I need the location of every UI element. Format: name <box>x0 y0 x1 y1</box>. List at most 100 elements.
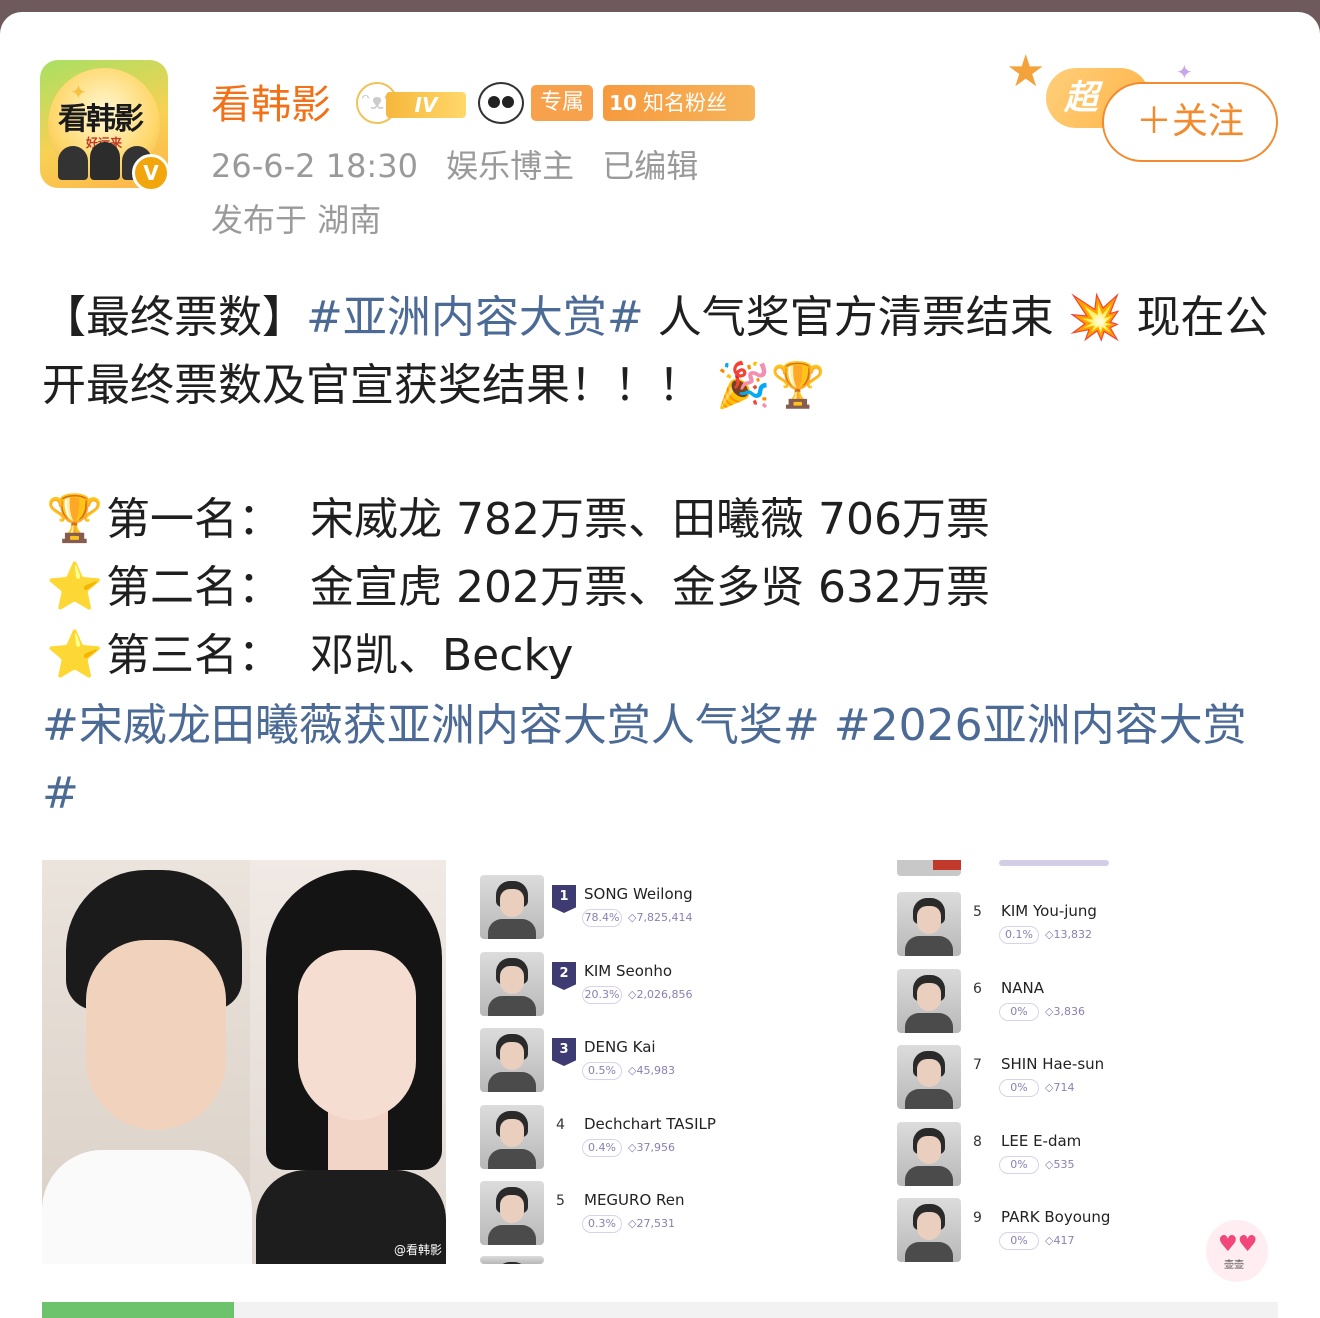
floating-button-label: 壶壶 <box>1224 1260 1244 1271</box>
exclusive-badge[interactable]: 专属 <box>531 85 593 121</box>
nominee-name: SONG Weilong <box>584 885 693 903</box>
vote-count: ◇2,026,856 <box>628 988 693 1001</box>
fan-level-number: 10 <box>609 91 637 115</box>
author-avatar[interactable]: 看韩影 好运来 ✦ V <box>36 42 174 192</box>
vote-bar <box>999 860 1109 866</box>
edited-label[interactable]: 已编辑 <box>602 147 698 185</box>
list-item: 2 KIM Seonho 20.3% ◇2,026,856 <box>478 952 874 1016</box>
vote-percent: 0% <box>999 1156 1039 1174</box>
avatar <box>480 1181 544 1245</box>
post-image-photo[interactable]: @看韩影 <box>42 860 446 1264</box>
panda-icon[interactable] <box>478 82 524 124</box>
rank-number: 8 <box>973 1134 982 1150</box>
post-image-ranking-right[interactable]: 5 KIM You-jung 0.1% ◇13,832 6 NANA 0% ◇3… <box>895 860 1291 1264</box>
next-post-image-preview[interactable] <box>42 1302 234 1318</box>
author-name[interactable]: 看韩影 <box>211 79 331 131</box>
vote-percent: 0% <box>999 1232 1039 1250</box>
list-item: 6 NANA 0% ◇3,836 <box>895 969 1291 1033</box>
list-item: 3 DENG Kai 0.5% ◇45,983 <box>478 1028 874 1092</box>
avatar <box>897 969 961 1033</box>
avatar <box>480 875 544 939</box>
vote-percent: 0.4% <box>582 1139 622 1157</box>
avatar <box>480 1256 544 1264</box>
nominee-name: MEGURO Ren <box>584 1191 685 1209</box>
rank-medal-icon: 3 <box>552 1038 576 1066</box>
rank-number: 9 <box>973 1210 982 1226</box>
fan-level-badge[interactable]: 10 知名粉丝 <box>603 85 755 121</box>
vote-percent: 0.5% <box>582 1062 622 1080</box>
avatar <box>897 1045 961 1109</box>
vote-percent: 0% <box>999 1003 1039 1021</box>
nominee-name: LEE E-dam <box>1001 1132 1082 1150</box>
level-badge[interactable]: ᵔᴥᵔ IV <box>356 82 468 124</box>
ranking-names: 金宣虎 202万票、金多贤 632万票 <box>310 562 990 613</box>
ranking-names: 宋威龙 782万票、田曦薇 706万票 <box>310 494 990 545</box>
rank-number: 4 <box>556 1117 565 1133</box>
avatar <box>897 1198 961 1262</box>
vote-percent: 0% <box>999 1079 1039 1097</box>
vote-percent: 0.3% <box>582 1215 622 1233</box>
ranking-place: 第一名： <box>106 494 282 545</box>
rank-number: 6 <box>973 981 982 997</box>
avatar <box>897 892 961 956</box>
nominee-name: PARK Boyoung <box>1001 1208 1111 1226</box>
avatar <box>480 1105 544 1169</box>
vote-count: ◇13,832 <box>1045 928 1092 941</box>
list-item: 7 SHIN Hae-sun 0% ◇714 <box>895 1045 1291 1109</box>
nominee-name: SHIN Hae-sun <box>1001 1055 1105 1073</box>
star-icon: ⭐ <box>46 627 104 681</box>
weibo-post-card: 看韩影 好运来 ✦ V 看韩影 ᵔᴥᵔ IV 专属 10知名粉丝 26-6-2 … <box>0 12 1320 1318</box>
next-post-preview <box>234 1302 1278 1318</box>
vote-count: ◇37,956 <box>628 1141 675 1154</box>
vote-count: ◇417 <box>1045 1234 1075 1247</box>
vote-count: ◇7,825,414 <box>628 911 693 924</box>
hashtag-award[interactable]: #亚洲内容大赏# <box>306 292 644 343</box>
post-location: 发布于 湖南 <box>211 201 382 239</box>
follow-button[interactable]: ＋关注 <box>1102 82 1278 162</box>
ranking-row: ⭐第三名： 邓凯、Becky <box>44 620 1280 690</box>
post-meta: 26-6-2 18:30 娱乐博主 已编辑 <box>211 144 698 188</box>
rank-medal-icon: 1 <box>552 885 576 913</box>
post-image-ranking-left[interactable]: 1 SONG Weilong 78.4% ◇7,825,414 2 KIM Se… <box>478 860 874 1264</box>
avatar <box>480 1028 544 1092</box>
nominee-name: KIM Seonho <box>584 962 673 980</box>
author-role: 娱乐博主 <box>446 147 575 185</box>
post-time: 26-6-2 18:30 <box>211 147 418 185</box>
avatar <box>480 952 544 1016</box>
nominee-name: NANA <box>1001 979 1044 997</box>
vote-percent: 0.1% <box>999 926 1039 944</box>
rank-number: 5 <box>973 904 982 920</box>
fan-level-label: 知名粉丝 <box>643 91 727 115</box>
ranking-names: 邓凯、Becky <box>310 630 574 681</box>
list-item: 1 SONG Weilong 78.4% ◇7,825,414 <box>478 875 874 939</box>
avatar <box>897 1122 961 1186</box>
floating-heart-button[interactable]: ♥♥ 壶壶 <box>1206 1220 1268 1282</box>
list-item: 4 Dechchart TASILP 0.4% ◇37,956 <box>478 1105 874 1169</box>
level-badge-text: IV <box>386 92 466 118</box>
list-item <box>895 860 1291 876</box>
trophy-icon: 🏆 <box>46 491 104 545</box>
image-watermark: @看韩影 <box>393 1243 442 1257</box>
rank-number: 5 <box>556 1193 565 1209</box>
ranking-place: 第三名： <box>106 630 282 681</box>
vote-count: ◇45,983 <box>628 1064 675 1077</box>
post-text: 【最终票数】#亚洲内容大赏# 人气奖官方清票结束 💥 现在公开最终票数及官宣获奖… <box>42 284 1278 420</box>
ranking-row: ⭐第二名： 金宣虎 202万票、金多贤 632万票 <box>44 552 1280 622</box>
rank-number: 7 <box>973 1057 982 1073</box>
vote-count: ◇3,836 <box>1045 1005 1085 1018</box>
vote-count: ◇27,531 <box>628 1217 675 1230</box>
post-text-prefix: 【最终票数】 <box>42 292 306 343</box>
ranking-place: 第二名： <box>106 562 282 613</box>
post-hashtags[interactable]: #宋威龙田曦薇获亚洲内容大赏人气奖# #2026亚洲内容大赏# <box>42 692 1278 828</box>
verified-badge-icon: V <box>132 154 170 192</box>
nominee-name: Dechchart TASILP <box>584 1115 716 1133</box>
vote-percent: 20.3% <box>582 986 622 1004</box>
nominee-name: DENG Kai <box>584 1038 656 1056</box>
nominee-name: KIM You-jung <box>1001 902 1097 920</box>
sparkle-icon: ✦ <box>1176 60 1193 84</box>
list-item: 5 KIM You-jung 0.1% ◇13,832 <box>895 892 1291 956</box>
star-icon: ⭐ <box>46 559 104 613</box>
list-item: 5 MEGURO Ren 0.3% ◇27,531 <box>478 1181 874 1245</box>
ranking-row: 🏆第一名： 宋威龙 782万票、田曦薇 706万票 <box>44 484 1280 554</box>
rank-medal-icon: 2 <box>552 962 576 990</box>
